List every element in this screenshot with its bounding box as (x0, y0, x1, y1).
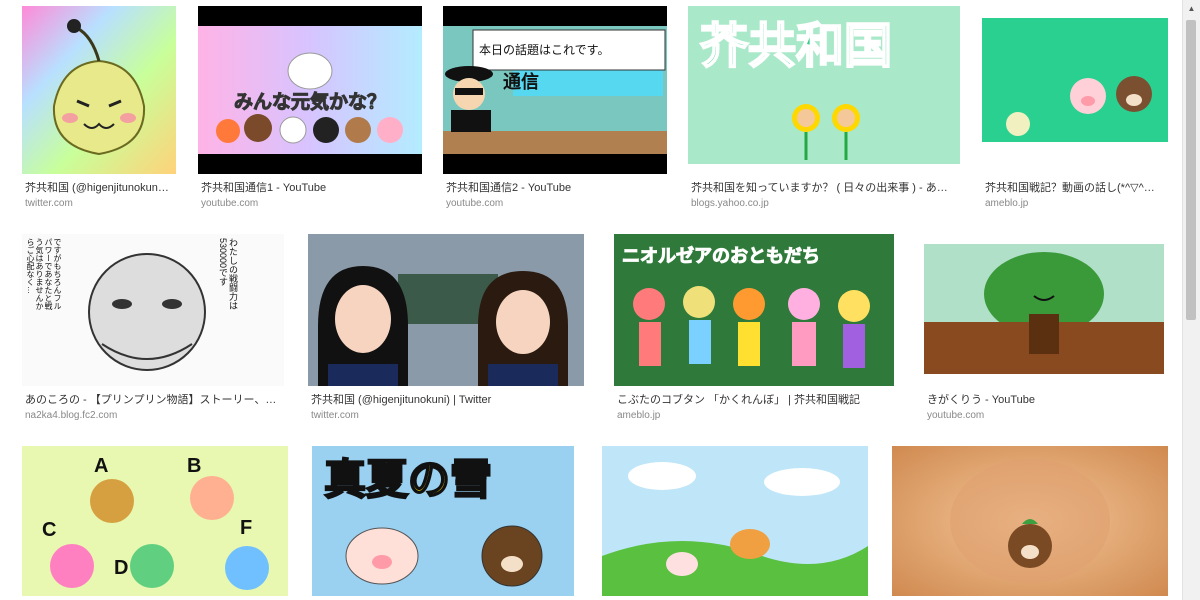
sunflower-mascots-illustration: 芥共和国 (688, 6, 960, 164)
result-thumbnail[interactable]: A B C D F (22, 446, 288, 596)
image-result-7[interactable]: 芥共和国 (@higenjitunokuni) | Twitter twitte… (308, 234, 592, 428)
result-title[interactable]: 芥共和国戦記？動画の話し(*^▽^… (985, 182, 1171, 195)
scrollbar-thumb[interactable] (1186, 20, 1196, 320)
image-result-1[interactable]: 芥共和国 (@higenjitunokun… twitter.com (22, 6, 182, 216)
result-title[interactable]: こぶたのコブタン 「かくれんぼ」 | 芥共和国戦記 (617, 394, 897, 407)
result-title[interactable]: 芥共和国 (@higenjitunokuni) | Twitter (311, 394, 587, 407)
result-source: twitter.com (25, 198, 73, 209)
label-f: F (240, 517, 252, 539)
image-result-12[interactable] (602, 446, 874, 596)
labeled-mascots-illustration: A B C D F (22, 446, 288, 596)
overlay-text: みんな元気かな？ (234, 90, 386, 113)
result-thumbnail[interactable]: ニオルゼアのおともだち (614, 234, 894, 386)
scroll-up-arrow-icon[interactable]: ▲ (1183, 0, 1200, 17)
result-source: twitter.com (311, 410, 359, 421)
pig-and-raccoon-illustration (982, 6, 1168, 164)
image-result-10[interactable]: A B C D F (22, 446, 292, 596)
summer-snow-illustration: 真夏の雪 (312, 446, 574, 596)
result-thumbnail[interactable] (22, 6, 176, 174)
label-a: A (94, 455, 108, 477)
result-title[interactable]: あのころの - 【プリンプリン物語】ストーリー、… (25, 394, 285, 407)
vertical-scrollbar[interactable]: ▲ (1182, 0, 1200, 600)
label-b: B (187, 455, 201, 477)
result-source: ameblo.jp (617, 410, 661, 421)
overlay-text: 本日の話題はこれです。 (479, 42, 609, 57)
result-title[interactable]: 芥共和国通信1 - YouTube (201, 182, 421, 195)
image-result-8[interactable]: ニオルゼアのおともだち こぶたのコブタン 「かくれんぼ」 | 芥共和国戦記 am… (614, 234, 904, 428)
manga-panel-illustration: ですがもちろんフルパワーであなたと戦う気はありませんからご心配なく… わたしの戦… (22, 234, 284, 386)
meadow-animals-illustration (602, 446, 868, 596)
result-title[interactable]: 芥共和国を知っていますか？ ( 日々の出来事 ) - あ… (691, 182, 961, 195)
result-title[interactable]: 芥共和国通信2 - YouTube (446, 182, 666, 195)
forest-friends-illustration: ニオルゼアのおともだち (614, 234, 894, 386)
onion-mascot-illustration (22, 6, 176, 174)
image-result-2[interactable]: みんな元気かな？ 芥共和国通信1 - YouTube youtube.com (198, 6, 428, 216)
image-result-5[interactable]: 芥共和国戦記？動画の話し(*^▽^… ameblo.jp (982, 6, 1178, 216)
result-thumbnail[interactable]: 真夏の雪 (312, 446, 574, 596)
result-thumbnail[interactable]: 本日の話題はこれです。 通信 (443, 6, 667, 174)
overlay-text: ニオルゼアのおともだち (622, 245, 820, 266)
news-anchor-illustration: 本日の話題はこれです。 通信 (443, 6, 667, 174)
image-result-3[interactable]: 本日の話題はこれです。 通信 芥共和国通信2 - YouTube youtube… (443, 6, 673, 216)
autumn-raccoon-illustration (892, 446, 1168, 596)
result-thumbnail[interactable]: みんな元気かな？ (198, 6, 422, 174)
overlay-text: 芥共和国 (700, 20, 892, 73)
result-title[interactable]: きがくりう - YouTube (927, 394, 1167, 407)
result-thumbnail[interactable] (602, 446, 868, 596)
result-thumbnail[interactable]: ですがもちろんフルパワーであなたと戦う気はありませんからご心配なく… わたしの戦… (22, 234, 284, 386)
result-source: blogs.yahoo.co.jp (691, 198, 769, 209)
image-result-13[interactable] (892, 446, 1172, 596)
label-c: C (42, 519, 56, 541)
result-source: ameblo.jp (985, 198, 1029, 209)
classroom-students-illustration (308, 234, 584, 386)
manga-speech-bubble: わたしの戦闘力は530000です (218, 238, 238, 310)
tree-character-illustration (924, 234, 1164, 386)
image-result-4[interactable]: 芥共和国 芥共和国を知っていますか？ ( 日々の出来事 ) - あ… blogs… (688, 6, 968, 216)
image-result-9[interactable]: きがくりう - YouTube youtube.com (924, 234, 1174, 428)
manga-speech-bubble: ですがもちろんフルパワーであなたと戦う気はありませんからご心配なく… (26, 238, 62, 310)
result-source: na2ka4.blog.fc2.com (25, 410, 118, 421)
overlay-text-2: 通信 (503, 71, 539, 92)
result-title[interactable]: 芥共和国 (@higenjitunokun… (25, 182, 175, 195)
overlay-text: 真夏の雪 (324, 456, 492, 503)
image-result-6[interactable]: ですがもちろんフルパワーであなたと戦う気はありませんからご心配なく… わたしの戦… (22, 234, 294, 428)
image-result-11[interactable]: 真夏の雪 (312, 446, 582, 596)
label-d: D (114, 557, 128, 579)
result-source: youtube.com (927, 410, 985, 421)
result-thumbnail[interactable] (308, 234, 584, 386)
result-source: youtube.com (201, 198, 259, 209)
result-thumbnail[interactable]: 芥共和国 (688, 6, 960, 164)
result-source: youtube.com (446, 198, 504, 209)
result-thumbnail[interactable] (982, 6, 1168, 164)
result-thumbnail[interactable] (892, 446, 1168, 596)
mascots-greeting-illustration: みんな元気かな？ (198, 6, 422, 174)
result-thumbnail[interactable] (924, 234, 1164, 386)
